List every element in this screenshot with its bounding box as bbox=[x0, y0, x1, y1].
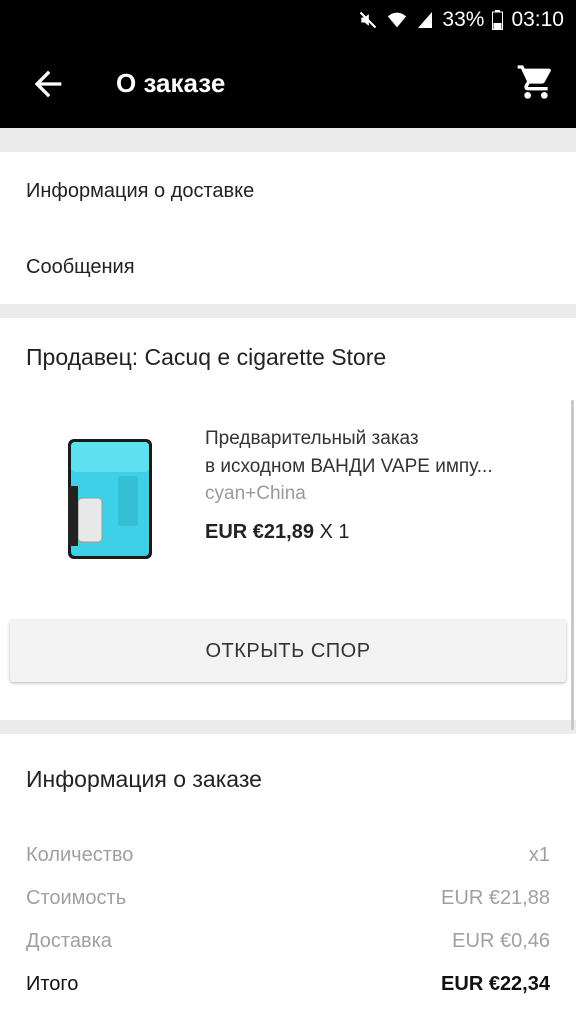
shipping-row: Доставка EUR €0,46 bbox=[26, 930, 550, 952]
seller-name[interactable]: Продавец: Cacuq e cigarette Store bbox=[26, 344, 386, 371]
delivery-info-link[interactable]: Информация о доставке bbox=[26, 180, 254, 203]
messages-link[interactable]: Сообщения bbox=[26, 256, 135, 279]
status-bar: 33% 03:10 bbox=[0, 0, 576, 40]
product-variant: cyan+China bbox=[205, 483, 306, 504]
status-icons: 33% 03:10 bbox=[358, 6, 564, 34]
product-price-line: EUR €21,89 X 1 bbox=[205, 521, 350, 544]
mute-icon bbox=[360, 11, 377, 29]
quantity-row: Количество x1 bbox=[26, 844, 550, 866]
cost-row: Стоимость EUR €21,88 bbox=[26, 887, 550, 909]
open-dispute-button[interactable]: ОТКРЫТЬ СПОР bbox=[10, 620, 566, 682]
product-title[interactable]: Предварительный заказ в исходном ВАНДИ V… bbox=[205, 425, 545, 481]
battery-percent: 33% bbox=[442, 8, 485, 31]
back-arrow-icon[interactable] bbox=[28, 64, 68, 104]
scrollbar[interactable] bbox=[571, 400, 574, 730]
order-info-card: Информация о заказе Количество x1 Стоимо… bbox=[0, 734, 576, 1024]
signal-icon bbox=[418, 12, 433, 28]
order-info-title: Информация о заказе bbox=[26, 766, 262, 792]
product-price: EUR €21,89 bbox=[205, 521, 314, 543]
total-row: Итого EUR €22,34 bbox=[26, 973, 550, 995]
product-image[interactable] bbox=[58, 436, 162, 562]
wifi-icon bbox=[388, 12, 407, 28]
app-bar: О заказе bbox=[0, 40, 576, 128]
links-card: Информация о доставке Сообщения bbox=[0, 152, 576, 304]
battery-icon bbox=[492, 10, 504, 30]
product-quantity: X 1 bbox=[319, 521, 350, 543]
clock: 03:10 bbox=[511, 8, 564, 31]
shopping-cart-icon[interactable] bbox=[516, 62, 556, 102]
product-card: Продавец: Cacuq e cigarette Store Предва… bbox=[0, 318, 576, 720]
page-title: О заказе bbox=[116, 68, 226, 98]
